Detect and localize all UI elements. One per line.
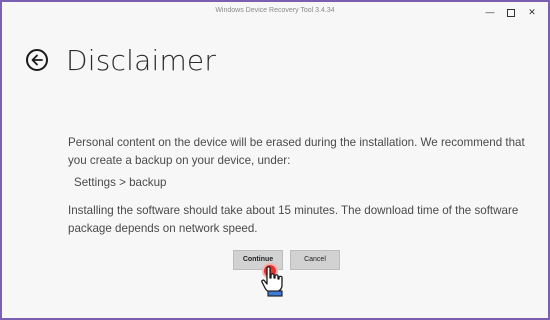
backup-settings-path: Settings > backup xyxy=(74,176,167,189)
cancel-button[interactable]: Cancel xyxy=(290,250,340,270)
minimize-icon[interactable]: — xyxy=(482,5,498,19)
app-window: Windows Device Recovery Tool 3.4.34 — ✕ … xyxy=(2,2,548,318)
erase-warning-text: Personal content on the device will be e… xyxy=(68,136,525,167)
title-bar: Windows Device Recovery Tool 3.4.34 — ✕ xyxy=(2,2,548,22)
pointer-hand-icon xyxy=(259,265,289,302)
close-icon[interactable]: ✕ xyxy=(524,5,540,19)
install-duration-text: Installing the software should take abou… xyxy=(68,204,519,235)
app-frame: Windows Device Recovery Tool 3.4.34 — ✕ … xyxy=(0,0,550,320)
window-title: Windows Device Recovery Tool 3.4.34 xyxy=(215,7,335,14)
back-arrow-icon[interactable] xyxy=(26,49,48,71)
page-title: Disclaimer xyxy=(66,44,217,77)
maximize-icon[interactable] xyxy=(503,5,519,19)
